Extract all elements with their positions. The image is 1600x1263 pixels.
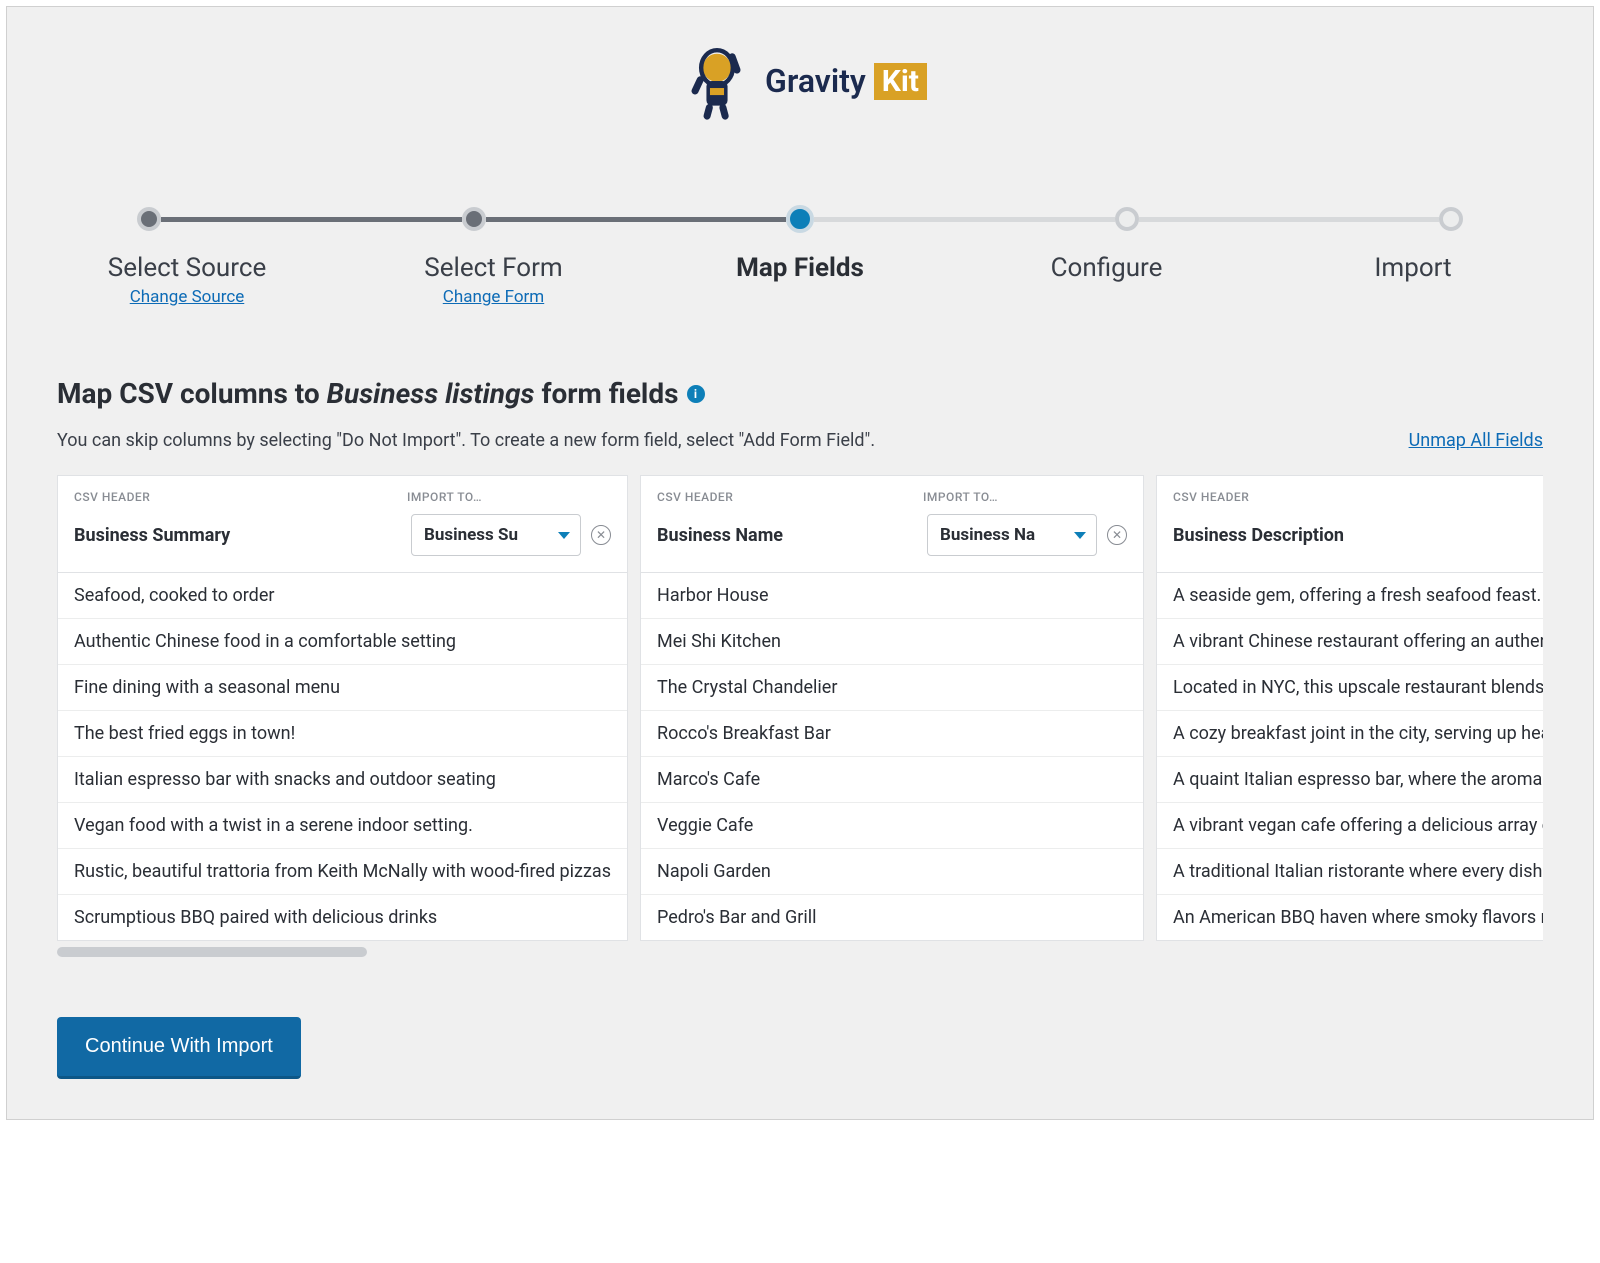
step-label-3: Map Fields xyxy=(710,253,890,283)
data-cell: Italian espresso bar with snacks and out… xyxy=(58,757,627,803)
data-cell: Vegan food with a twist in a serene indo… xyxy=(58,803,627,849)
data-cell: A seaside gem, offering a fresh seafood … xyxy=(1157,573,1543,619)
page-title-prefix: Map CSV columns to xyxy=(57,377,327,410)
stepper xyxy=(137,205,1463,233)
brand-name-1: Gravity xyxy=(765,62,866,100)
import-to-select[interactable]: Business Su xyxy=(411,514,581,556)
data-cell: Harbor House xyxy=(641,573,1143,619)
step-dot-3 xyxy=(786,205,814,233)
data-cell: A traditional Italian ristorante where e… xyxy=(1157,849,1543,895)
step-line-4 xyxy=(1139,217,1440,222)
data-cell: An American BBQ haven where smoky flavor… xyxy=(1157,895,1543,940)
data-cell: Located in NYC, this upscale restaurant … xyxy=(1157,665,1543,711)
csv-header-label: CSV HEADER xyxy=(74,490,150,504)
data-cell: Fine dining with a seasonal menu xyxy=(58,665,627,711)
horizontal-scrollbar[interactable] xyxy=(57,947,1543,957)
data-cell: Marco's Cafe xyxy=(641,757,1143,803)
mapping-column: CSV HEADER IMPORT TO… Business Name Busines… xyxy=(640,475,1144,941)
step-dot-1 xyxy=(137,207,161,231)
data-cell: Pedro's Bar and Grill xyxy=(641,895,1143,940)
step-dot-4 xyxy=(1115,207,1139,231)
csv-header-label: CSV HEADER xyxy=(1173,490,1249,504)
step-label-5: Import xyxy=(1323,253,1503,283)
brand-name-2: Kit xyxy=(874,63,927,100)
continue-button[interactable]: Continue With Import xyxy=(57,1017,301,1079)
page-title-suffix: form fields xyxy=(534,377,678,410)
mapping-table: CSV HEADER IMPORT TO… Business Summary Busi… xyxy=(57,475,1543,957)
step-label-4: Configure xyxy=(1017,253,1197,283)
import-to-select[interactable]: Business Na xyxy=(927,514,1097,556)
mapping-column: CSV HEADER IMPORT TO… Business Summary Busi… xyxy=(57,475,628,941)
data-cell: Mei Shi Kitchen xyxy=(641,619,1143,665)
chevron-down-icon xyxy=(1074,532,1086,539)
data-cell: A vibrant Chinese restaurant offering an… xyxy=(1157,619,1543,665)
data-cell: The Crystal Chandelier xyxy=(641,665,1143,711)
chevron-down-icon xyxy=(558,532,570,539)
data-cell: Authentic Chinese food in a comfortable … xyxy=(58,619,627,665)
step-label-2: Select Form xyxy=(404,253,584,283)
change-source-link[interactable]: Change Source xyxy=(97,287,277,307)
step-line-3 xyxy=(814,217,1115,222)
step-dot-2 xyxy=(462,207,486,231)
unmap-all-link[interactable]: Unmap All Fields xyxy=(1409,430,1543,451)
clear-mapping-button[interactable]: ✕ xyxy=(1107,525,1127,545)
data-cell: A vibrant vegan cafe offering a deliciou… xyxy=(1157,803,1543,849)
csv-header-name: Business Name xyxy=(657,525,917,546)
step-label-1: Select Source xyxy=(97,253,277,283)
data-cell: Rustic, beautiful trattoria from Keith M… xyxy=(58,849,627,895)
mascot-icon xyxy=(673,37,761,125)
data-cell: The best fried eggs in town! xyxy=(58,711,627,757)
data-cell: Scrumptious BBQ paired with delicious dr… xyxy=(58,895,627,940)
import-to-label: IMPORT TO… xyxy=(407,490,611,504)
change-form-link[interactable]: Change Form xyxy=(404,287,584,307)
data-cell: Rocco's Breakfast Bar xyxy=(641,711,1143,757)
data-cell: Seafood, cooked to order xyxy=(58,573,627,619)
brand-logo: GravityKit xyxy=(57,7,1543,155)
data-cell: Veggie Cafe xyxy=(641,803,1143,849)
page-title: Map CSV columns to Business listings for… xyxy=(57,377,1543,410)
step-dot-5 xyxy=(1439,207,1463,231)
data-cell: A quaint Italian espresso bar, where the… xyxy=(1157,757,1543,803)
mapping-column: CSV HEADERIMPORT TO…Business Description… xyxy=(1156,475,1543,941)
data-cell: A cozy breakfast joint in the city, serv… xyxy=(1157,711,1543,757)
step-line-1 xyxy=(161,217,462,222)
step-line-2 xyxy=(486,217,787,222)
info-icon[interactable]: i xyxy=(687,385,705,403)
import-to-label: IMPORT TO… xyxy=(923,490,1127,504)
subtext: You can skip columns by selecting "Do No… xyxy=(57,430,875,451)
csv-header-label: CSV HEADER xyxy=(657,490,733,504)
data-cell: Napoli Garden xyxy=(641,849,1143,895)
clear-mapping-button[interactable]: ✕ xyxy=(591,525,611,545)
stepper-labels: Select Source Change Source Select Form … xyxy=(97,253,1503,307)
page-title-form: Business listings xyxy=(327,377,535,410)
csv-header-name: Business Summary xyxy=(74,525,401,546)
csv-header-name: Business Description xyxy=(1173,525,1543,546)
